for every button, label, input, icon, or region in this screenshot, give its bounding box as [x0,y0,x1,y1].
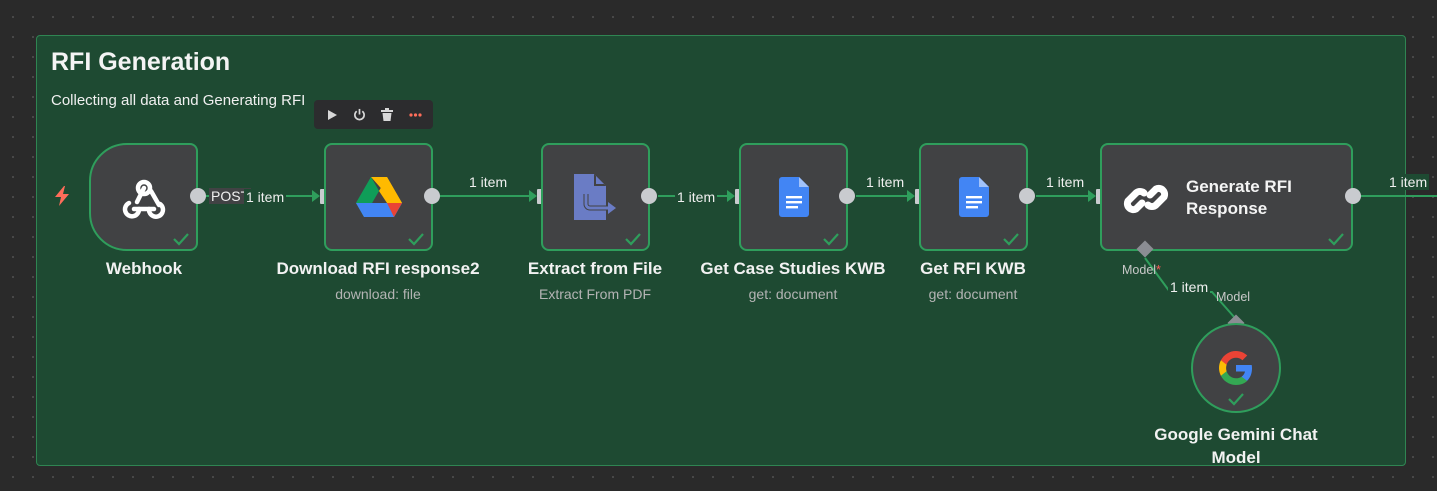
node-extract-from-file[interactable] [541,143,650,251]
node-webhook[interactable] [89,143,198,251]
node-sublabel: get: document [748,286,838,302]
output-port[interactable] [424,188,440,204]
edge-label: 1 item [244,189,287,205]
success-check-icon [823,233,839,246]
node-label: Extract from File [527,259,663,278]
chain-link-icon [1122,175,1170,228]
play-icon[interactable] [321,104,343,126]
node-label: Get RFI KWB [920,259,1026,278]
model-port-label: Model [1216,290,1251,304]
edge-label: 1 item [1168,279,1211,295]
node-generate-rfi-response[interactable]: Generate RFI Response [1100,143,1353,251]
edge-label: 1 item [467,174,510,190]
node-label: Google Gemini Chat Model [1154,425,1318,467]
output-port[interactable] [839,188,855,204]
trash-icon[interactable] [376,104,398,126]
node-google-gemini-chat-model[interactable] [1191,323,1281,413]
success-check-icon [625,233,641,246]
node-title: Generate RFI Response [1186,177,1292,218]
trigger-bolt-icon [55,186,69,206]
success-check-icon [1328,233,1344,246]
output-port[interactable] [1019,188,1035,204]
node-get-rfi-kwb[interactable] [919,143,1028,251]
node-sublabel: download: file [335,286,421,302]
edge-label: 1 item [1387,174,1430,190]
success-check-icon [1003,233,1019,246]
output-port[interactable] [1345,188,1361,204]
more-icon[interactable] [404,104,426,126]
edge-label: 1 item [1044,174,1087,190]
node-sublabel: get: document [928,286,1018,302]
edge-label: 1 item [864,174,907,190]
node-label: Webhook [105,259,183,278]
model-port-label: Model* [1122,263,1161,277]
success-check-icon [173,233,189,246]
output-port[interactable] [641,188,657,204]
node-sublabel: Extract From PDF [538,286,652,302]
success-check-icon [1228,393,1244,406]
node-label: Download RFI response2 [276,259,480,278]
power-icon[interactable] [349,104,371,126]
node-download-rfi-response2[interactable] [324,143,433,251]
node-toolbar [314,100,433,129]
node-get-case-studies-kwb[interactable] [739,143,848,251]
node-label: Get Case Studies KWB [700,259,886,278]
output-port[interactable] [190,188,206,204]
edge-label: 1 item [675,189,718,205]
success-check-icon [408,233,424,246]
